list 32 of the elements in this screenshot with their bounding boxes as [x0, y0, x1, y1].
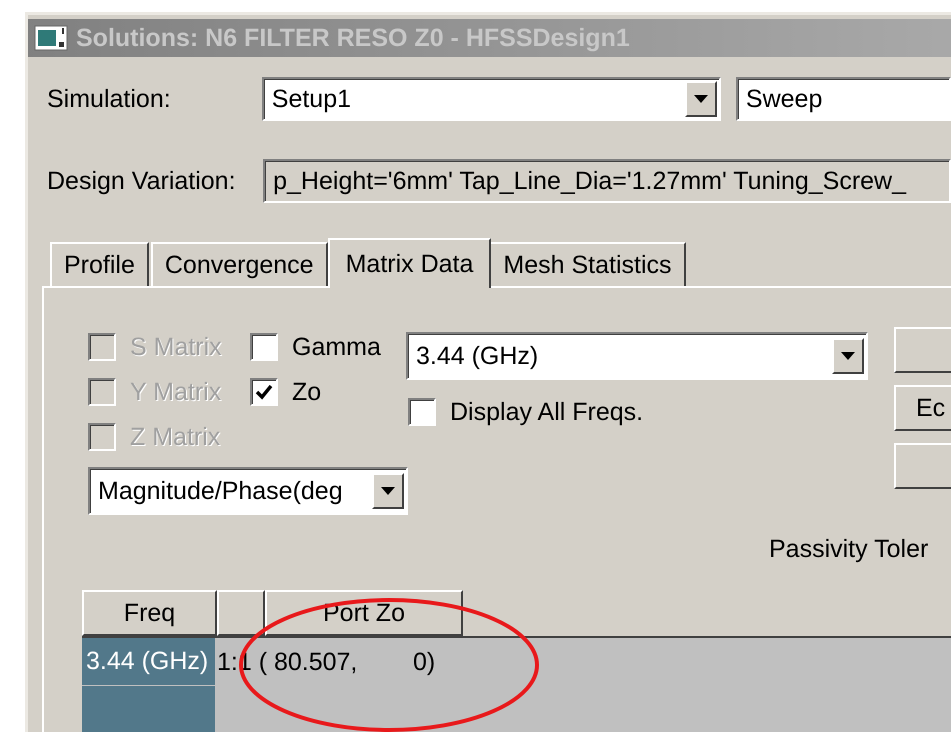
row-header: 3.44 (GHz): [82, 638, 215, 686]
checkbox-label: Zo: [292, 378, 322, 406]
format-dropdown[interactable]: Magnitude/Phase(deg: [88, 467, 408, 515]
checkbox-label: Gamma: [292, 332, 381, 362]
checkbox[interactable]: [408, 398, 436, 426]
caret-icon: [694, 95, 708, 103]
design-variation-label: Design Variation:: [47, 166, 237, 196]
checkbox[interactable]: [250, 333, 278, 361]
side-button[interactable]: [894, 443, 951, 489]
dropdown-button[interactable]: [684, 81, 717, 117]
caret-icon: [841, 352, 855, 360]
sweep-dropdown[interactable]: Sweep: [736, 77, 951, 121]
check-icon: [255, 384, 273, 400]
column-header[interactable]: Freq: [82, 590, 217, 636]
tab[interactable]: Convergence: [150, 242, 328, 286]
side-button[interactable]: Ec: [894, 385, 951, 431]
checkbox-label: Display All Freqs.: [450, 398, 644, 426]
design-variation-field[interactable]: p_Height='6mm' Tap_Line_Dia='1.27mm' Tuning_Screw_: [263, 159, 951, 203]
simulation-label: Simulation:: [47, 84, 172, 114]
checkbox[interactable]: [250, 378, 278, 406]
passivity-label: Passivity Toler: [769, 535, 930, 564]
side-button[interactable]: [894, 327, 951, 373]
column-header[interactable]: [217, 590, 265, 636]
dropdown-button[interactable]: [372, 473, 404, 509]
caret-icon: [381, 487, 395, 495]
tab[interactable]: Profile: [50, 242, 149, 286]
frequency-dropdown[interactable]: 3.44 (GHz): [406, 332, 868, 380]
window-icon: [34, 25, 68, 51]
tab[interactable]: Mesh Statistics: [489, 242, 686, 286]
setup-dropdown[interactable]: Setup1: [262, 77, 721, 121]
dropdown-button[interactable]: [832, 338, 864, 374]
tab[interactable]: Matrix Data: [328, 238, 492, 288]
